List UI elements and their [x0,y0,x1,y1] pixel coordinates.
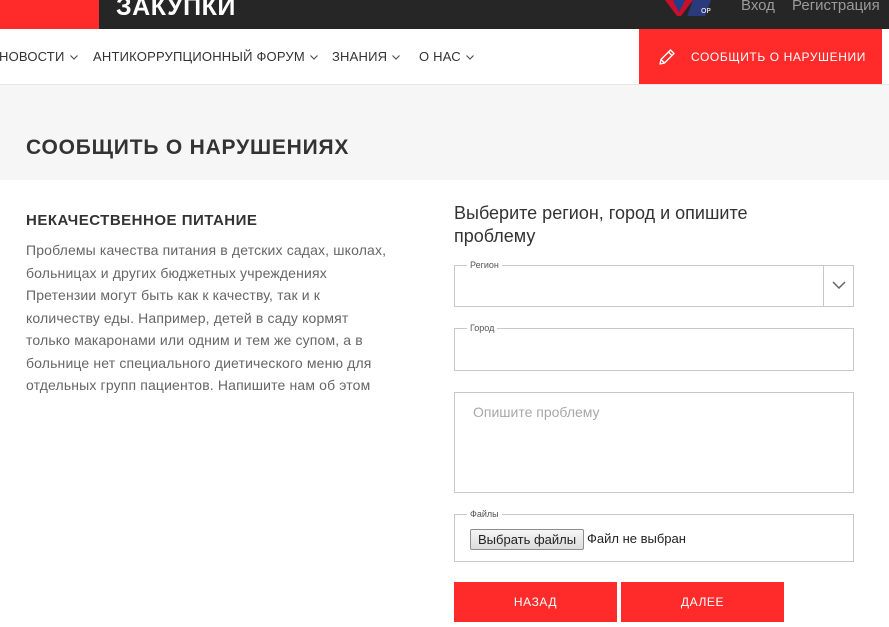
nav-item-news[interactable]: НОВОСТИ [0,49,78,65]
brand-red-block [0,0,99,29]
logo-icon[interactable]: ОР [663,0,717,16]
form-heading-line: Выберите регион, город и опишите [454,203,748,223]
login-link[interactable]: Вход [741,0,775,15]
description-line: больнице нет специального диетического м… [26,354,372,371]
city-input[interactable]: Город [454,323,854,371]
chevron-down-icon [69,55,78,60]
region-label: Регион [467,260,502,271]
category-title: НЕКАЧЕСТВЕННОЕ ПИТАНИЕ [26,212,258,229]
page-header-band [0,85,889,180]
region-select[interactable]: Регион [454,260,854,307]
chevron-down-icon [309,55,318,60]
site-title[interactable]: ЗАКУПКИ [116,0,236,22]
chevron-down-icon [465,55,474,60]
nav-item-label: ЗНАНИЯ [332,49,388,64]
description-line: количеству еды. Например, детей в саду к… [26,309,349,326]
register-link[interactable]: Регистрация [792,0,880,15]
problem-placeholder: Опишите проблему [473,404,600,420]
problem-textarea[interactable]: Опишите проблему [454,392,854,493]
page-title: СООБЩИТЬ О НАРУШЕНИЯХ [26,136,350,159]
report-violation-button[interactable]: СООБЩИТЬ О НАРУШЕНИИ [639,29,882,84]
chevron-down-icon [392,55,401,60]
form-heading-line: проблему [454,226,536,246]
description-line: Претензии могут быть как к качеству, так… [26,287,321,303]
top-bar: ЗАКУПКИ ОР Вход Регистрация [0,0,889,29]
description-line: отдельных групп пациентов. Напишите нам … [26,377,371,393]
city-label: Город [467,323,498,334]
files-field: Файлы Выбрать файлы Файл не выбран [454,509,854,562]
region-dropdown-button[interactable] [823,266,853,306]
chevron-down-icon [832,281,846,289]
svg-text:ОР: ОР [701,7,711,15]
pencil-icon [659,49,675,65]
category-description: Проблемы качества питания в детских сада… [26,239,426,397]
description-line: больницах и других бюджетных учреждениях [26,264,327,281]
description-line: только макаронами или одним и тем же суп… [26,332,363,348]
description-line: Проблемы качества питания в детских сада… [26,242,387,258]
nav-item-knowledge[interactable]: ЗНАНИЯ [332,49,401,65]
nav-item-anticorruption-forum[interactable]: АНТИКОРРУПЦИОННЫЙ ФОРУМ [93,49,318,65]
nav-item-label: О НАС [419,49,461,64]
form-heading: Выберите регион, город и опишите проблем… [454,202,814,248]
report-violation-label: СООБЩИТЬ О НАРУШЕНИИ [691,50,866,64]
next-button[interactable]: ДАЛЕЕ [621,582,784,622]
nav-item-label: НОВОСТИ [0,49,65,64]
files-label: Файлы [467,509,502,520]
back-button[interactable]: НАЗАД [454,582,617,622]
choose-files-button[interactable]: Выбрать файлы [470,529,585,550]
nav-item-about[interactable]: О НАС [419,49,474,65]
nav-item-label: АНТИКОРРУПЦИОННЫЙ ФОРУМ [93,49,305,64]
no-file-text: Файл не выбран [587,531,686,546]
